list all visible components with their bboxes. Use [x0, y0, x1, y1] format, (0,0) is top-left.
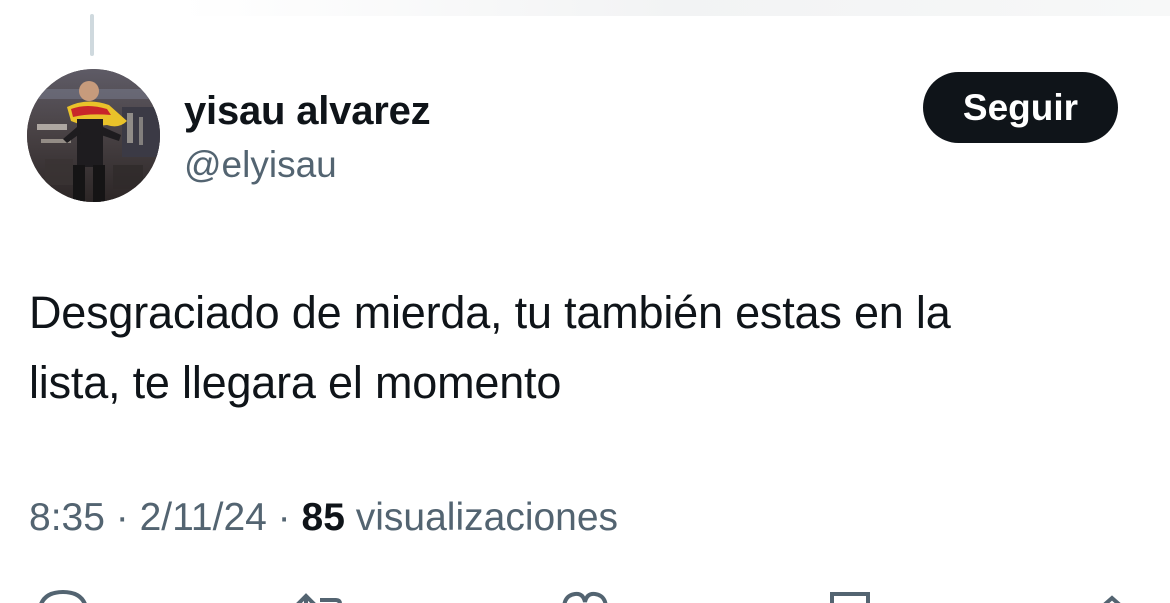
tweet-meta: 8:35 · 2/11/24 · 85 visualizaciones	[29, 494, 618, 542]
views-count[interactable]: 85	[302, 496, 345, 539]
author-handle[interactable]: @elyisau	[184, 143, 337, 187]
thread-connector-line	[90, 14, 94, 56]
retweet-icon[interactable]	[288, 586, 348, 603]
follow-button[interactable]: Seguir	[923, 72, 1118, 143]
tweet-date[interactable]: 2/11/24	[140, 496, 267, 539]
tweet-text: Desgraciado de mierda, tu también estas …	[29, 278, 1139, 418]
tweet-text-line-2: lista, te llegara el momento	[29, 357, 562, 408]
tweet-action-bar	[0, 586, 1170, 603]
tweet-time[interactable]: 8:35	[29, 496, 105, 539]
author-display-name[interactable]: yisau alvarez	[184, 88, 431, 134]
heart-icon[interactable]	[555, 586, 615, 603]
profile-photo-icon	[27, 69, 160, 202]
bookmark-icon[interactable]	[820, 586, 880, 603]
top-edge-fade	[180, 0, 1170, 16]
meta-separator: ·	[115, 496, 129, 539]
views-label[interactable]: visualizaciones	[356, 496, 618, 539]
tweet-text-line-1: Desgraciado de mierda, tu también estas …	[29, 287, 951, 338]
reply-icon[interactable]	[33, 586, 93, 603]
share-icon[interactable]	[1082, 586, 1142, 603]
meta-separator: ·	[277, 496, 291, 539]
avatar[interactable]	[27, 69, 160, 202]
tweet-detail-page: yisau alvarez @elyisau Seguir Desgraciad…	[0, 0, 1170, 603]
